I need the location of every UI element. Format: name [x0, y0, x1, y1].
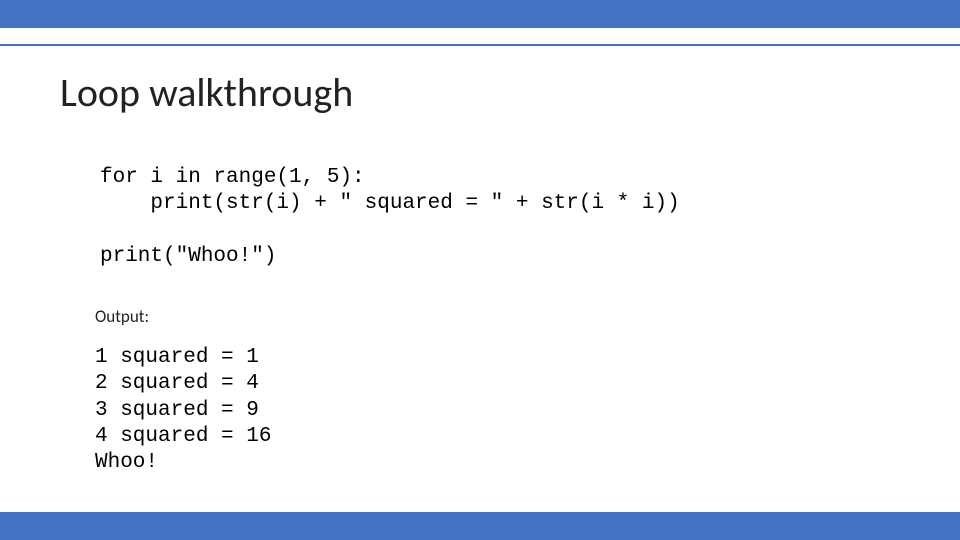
- code-block: for i in range(1, 5): print(str(i) + " s…: [100, 165, 680, 270]
- output-label: Output:: [95, 306, 149, 327]
- output-block: 1 squared = 1 2 squared = 4 3 squared = …: [95, 345, 271, 476]
- output-line: 1 squared = 1: [95, 346, 259, 369]
- code-line: print(str(i) + " squared = " + str(i * i…: [100, 192, 680, 215]
- code-line: for i in range(1, 5):: [100, 166, 365, 189]
- code-line: print("Whoo!"): [100, 245, 276, 268]
- output-line: 4 squared = 16: [95, 425, 271, 448]
- title-underline: [0, 44, 960, 46]
- output-line: 3 squared = 9: [95, 399, 259, 422]
- top-accent-bar: [0, 0, 960, 28]
- bottom-accent-bar: [0, 512, 960, 540]
- slide-title: Loop walkthrough: [60, 68, 353, 117]
- output-line: 2 squared = 4: [95, 372, 259, 395]
- output-line: Whoo!: [95, 451, 158, 474]
